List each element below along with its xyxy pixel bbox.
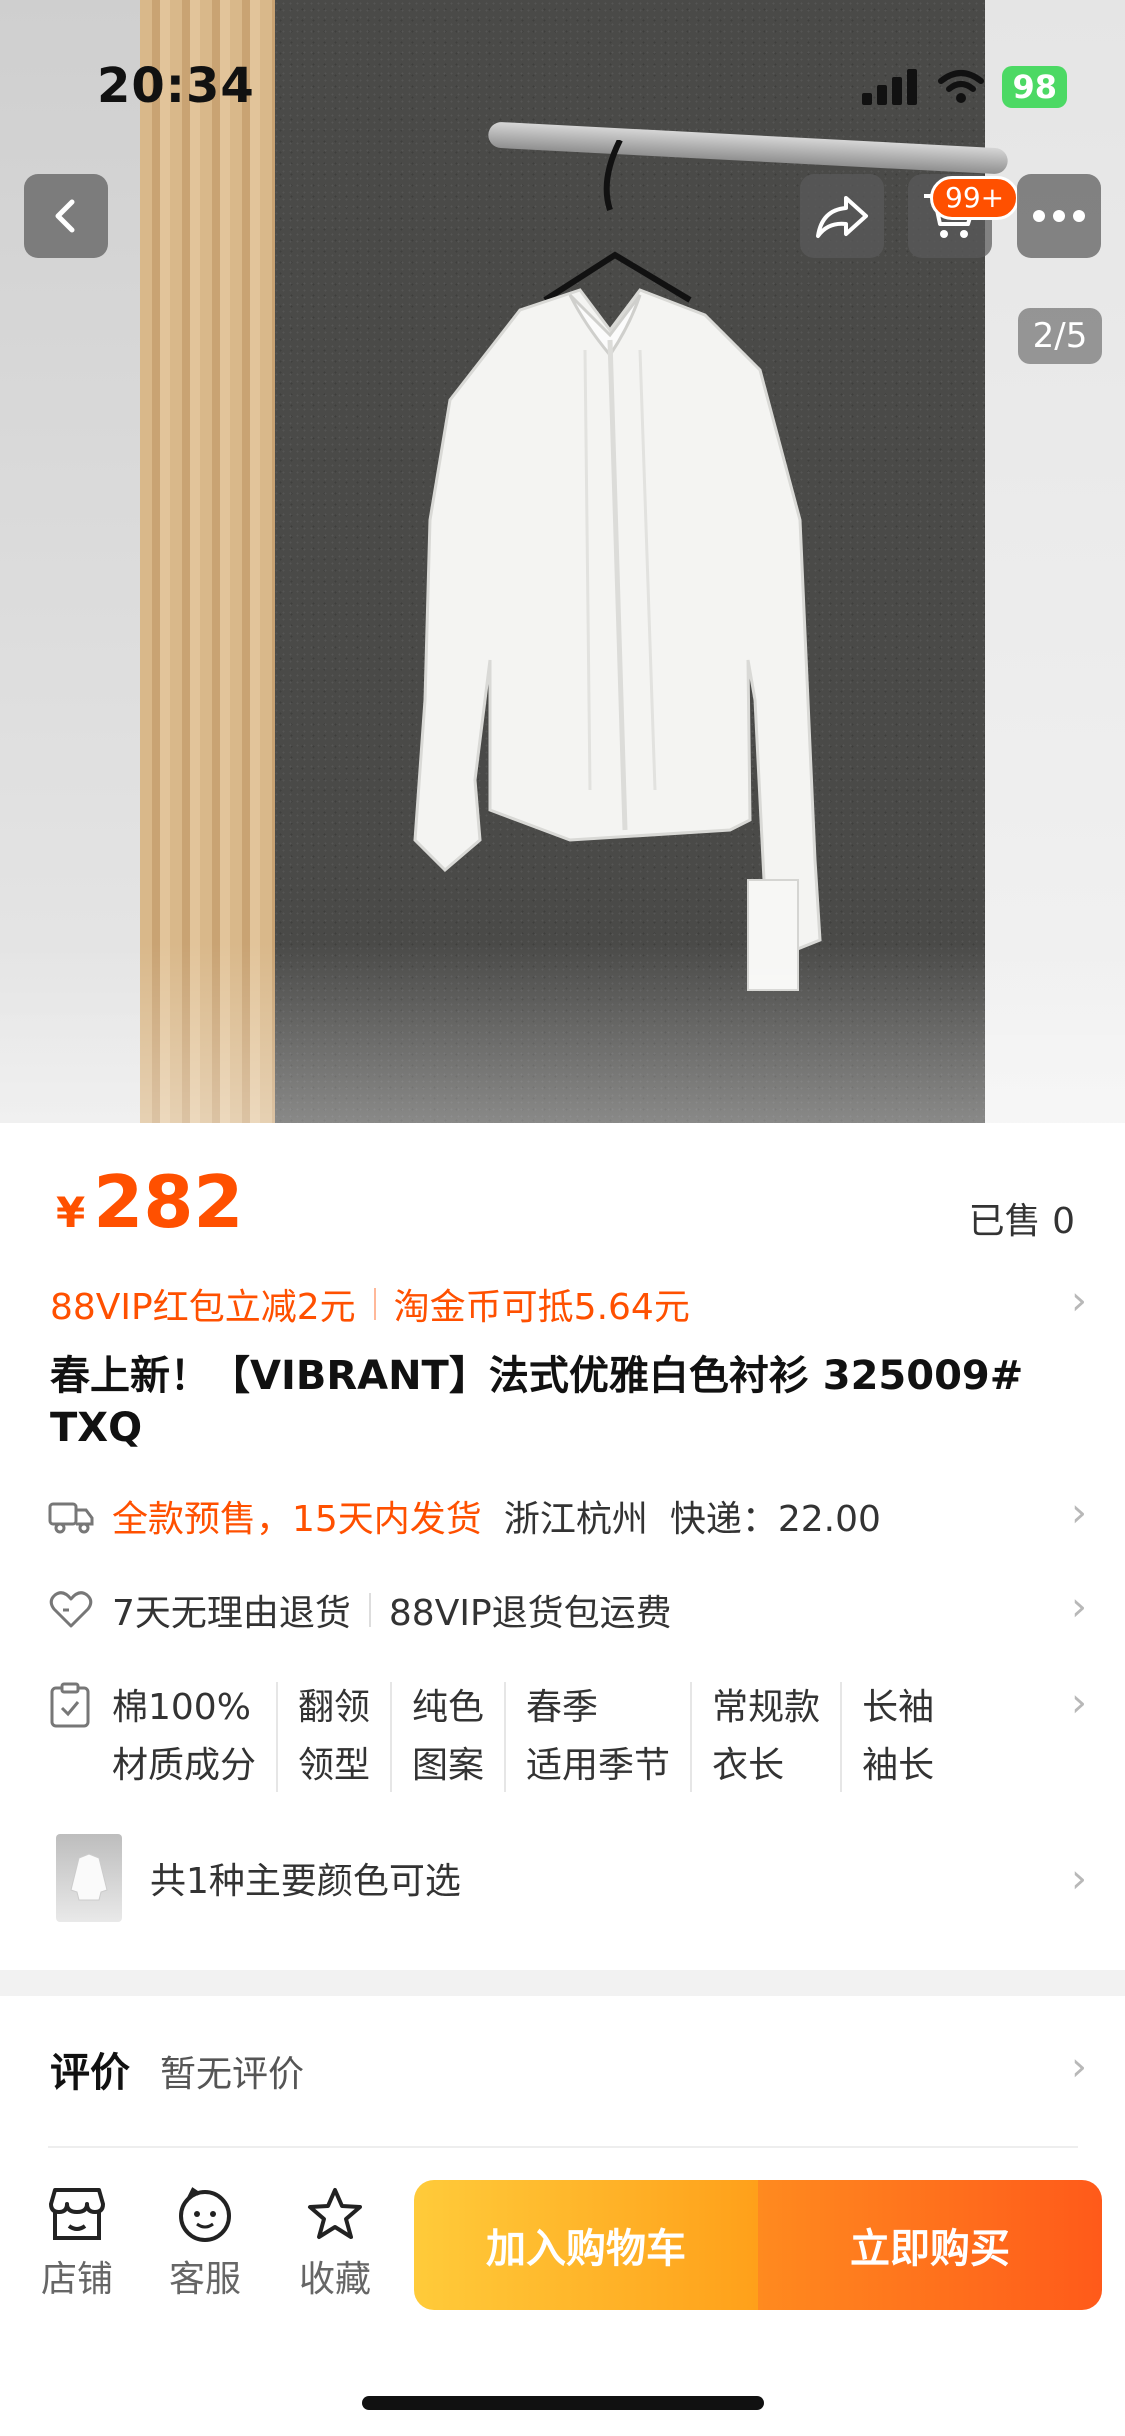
ship-location: 浙江杭州 <box>503 1499 648 1540</box>
truck-icon <box>48 1493 94 1539</box>
shirt-illustration <box>413 140 822 991</box>
color-option-row[interactable]: 共1种主要颜色可选 <box>56 1834 461 1922</box>
attr-value: 棉100% <box>112 1687 251 1728</box>
store-icon <box>49 2188 105 2240</box>
ship-express-fee: 快递：22.00 <box>669 1499 881 1540</box>
attr-value: 春季 <box>526 1687 599 1728</box>
attr-value: 纯色 <box>412 1687 485 1728</box>
chevron-right-icon[interactable]: › <box>1071 1856 1087 1902</box>
favorite-button[interactable]: 收藏 <box>280 2186 390 2302</box>
chevron-right-icon[interactable]: › <box>1071 2044 1087 2090</box>
attr-pattern: 纯色 图案 <box>392 1682 507 1792</box>
service-icon <box>179 2187 231 2242</box>
price: ¥ 282 <box>56 1160 244 1244</box>
service-label: 客服 <box>168 2259 241 2300</box>
chevron-right-icon[interactable]: › <box>1071 1490 1087 1536</box>
favorite-label: 收藏 <box>298 2259 371 2300</box>
attr-season: 春季 适用季节 <box>506 1682 693 1792</box>
clipboard-icon <box>48 1682 94 1728</box>
reviews-summary: 暂无评价 <box>160 2054 305 2095</box>
home-indicator[interactable] <box>362 2396 764 2410</box>
share-icon <box>816 196 868 238</box>
signal-icon <box>862 69 918 105</box>
status-time: 20:34 <box>97 58 255 114</box>
reviews-row[interactable]: 评价 暂无评价 <box>50 2040 304 2098</box>
cart-badge: 99+ <box>930 176 1020 220</box>
shipping-row[interactable]: 全款预售，15天内发货 浙江杭州 快递：22.00 <box>48 1490 881 1542</box>
reviews-heading: 评价 <box>50 2050 130 2096</box>
attr-value: 常规款 <box>712 1687 821 1728</box>
attr-key: 图案 <box>412 1745 485 1786</box>
back-button[interactable] <box>24 174 108 258</box>
promo-coin: 淘金币可抵5.64元 <box>393 1287 690 1328</box>
sold-count: 已售 0 <box>968 1201 1075 1242</box>
attr-key: 衣长 <box>712 1745 785 1786</box>
buy-now-button[interactable]: 立即购买 <box>758 2180 1102 2310</box>
product-title: 春上新！【VIBRANT】法式优雅白色衬衫 325009# TXQ <box>50 1353 1024 1451</box>
attr-value: 长袖 <box>862 1687 935 1728</box>
chevron-right-icon[interactable]: › <box>1071 1584 1087 1630</box>
attr-key: 领型 <box>298 1745 371 1786</box>
back-icon <box>55 199 75 233</box>
service-row[interactable]: 7天无理由退货 88VIP退货包运费 <box>48 1584 672 1636</box>
price-value: 282 <box>93 1160 244 1244</box>
promo-row[interactable]: 88VIP红包立减2元 淘金币可抵5.64元 <box>50 1278 690 1330</box>
return-policy: 7天无理由退货 <box>112 1593 351 1634</box>
attr-sleeve: 长袖 袖长 <box>842 1682 954 1792</box>
more-button[interactable] <box>1017 174 1101 258</box>
share-button[interactable] <box>800 174 884 258</box>
attr-length: 常规款 衣长 <box>692 1682 843 1792</box>
price-currency: ¥ <box>56 1188 86 1237</box>
color-count-label: 共1种主要颜色可选 <box>150 1861 461 1902</box>
promo-vip: 88VIP红包立减2元 <box>50 1287 356 1328</box>
chevron-right-icon[interactable]: › <box>1071 1278 1087 1324</box>
service-separator <box>368 1593 371 1627</box>
store-label: 店铺 <box>40 2259 113 2300</box>
more-icon <box>1033 210 1085 222</box>
image-fade <box>0 943 1125 1123</box>
chevron-right-icon[interactable]: › <box>1071 1680 1087 1726</box>
attr-key: 材质成分 <box>112 1745 257 1786</box>
attr-value: 翻领 <box>298 1687 371 1728</box>
store-button[interactable]: 店铺 <box>22 2186 132 2302</box>
color-thumbnail <box>56 1834 122 1922</box>
product-image[interactable] <box>0 0 1125 1123</box>
divider <box>48 2146 1078 2148</box>
heart-icon <box>48 1587 94 1633</box>
image-page-indicator: 2/5 <box>1018 308 1102 364</box>
add-to-cart-button[interactable]: 加入购物车 <box>414 2180 758 2310</box>
attr-key: 袖长 <box>862 1745 935 1786</box>
attr-material: 棉100% 材质成分 <box>112 1682 279 1792</box>
vip-return-shipping: 88VIP退货包运费 <box>388 1593 672 1634</box>
wifi-icon <box>938 70 985 103</box>
star-icon <box>308 2188 362 2239</box>
presale-text: 全款预售，15天内发货 <box>112 1499 482 1540</box>
status-icons: 98 <box>862 66 1067 108</box>
customer-service-button[interactable]: 客服 <box>150 2186 260 2302</box>
battery-indicator: 98 <box>1002 66 1067 108</box>
attributes-row[interactable]: 棉100% 材质成分 翻领 领型 纯色 图案 春季 适用季节 常规款 衣长 长袖… <box>48 1682 954 1792</box>
promo-separator <box>373 1288 376 1320</box>
attr-key: 适用季节 <box>526 1745 671 1786</box>
section-divider <box>0 1970 1125 1996</box>
attr-collar: 翻领 领型 <box>278 1682 393 1792</box>
